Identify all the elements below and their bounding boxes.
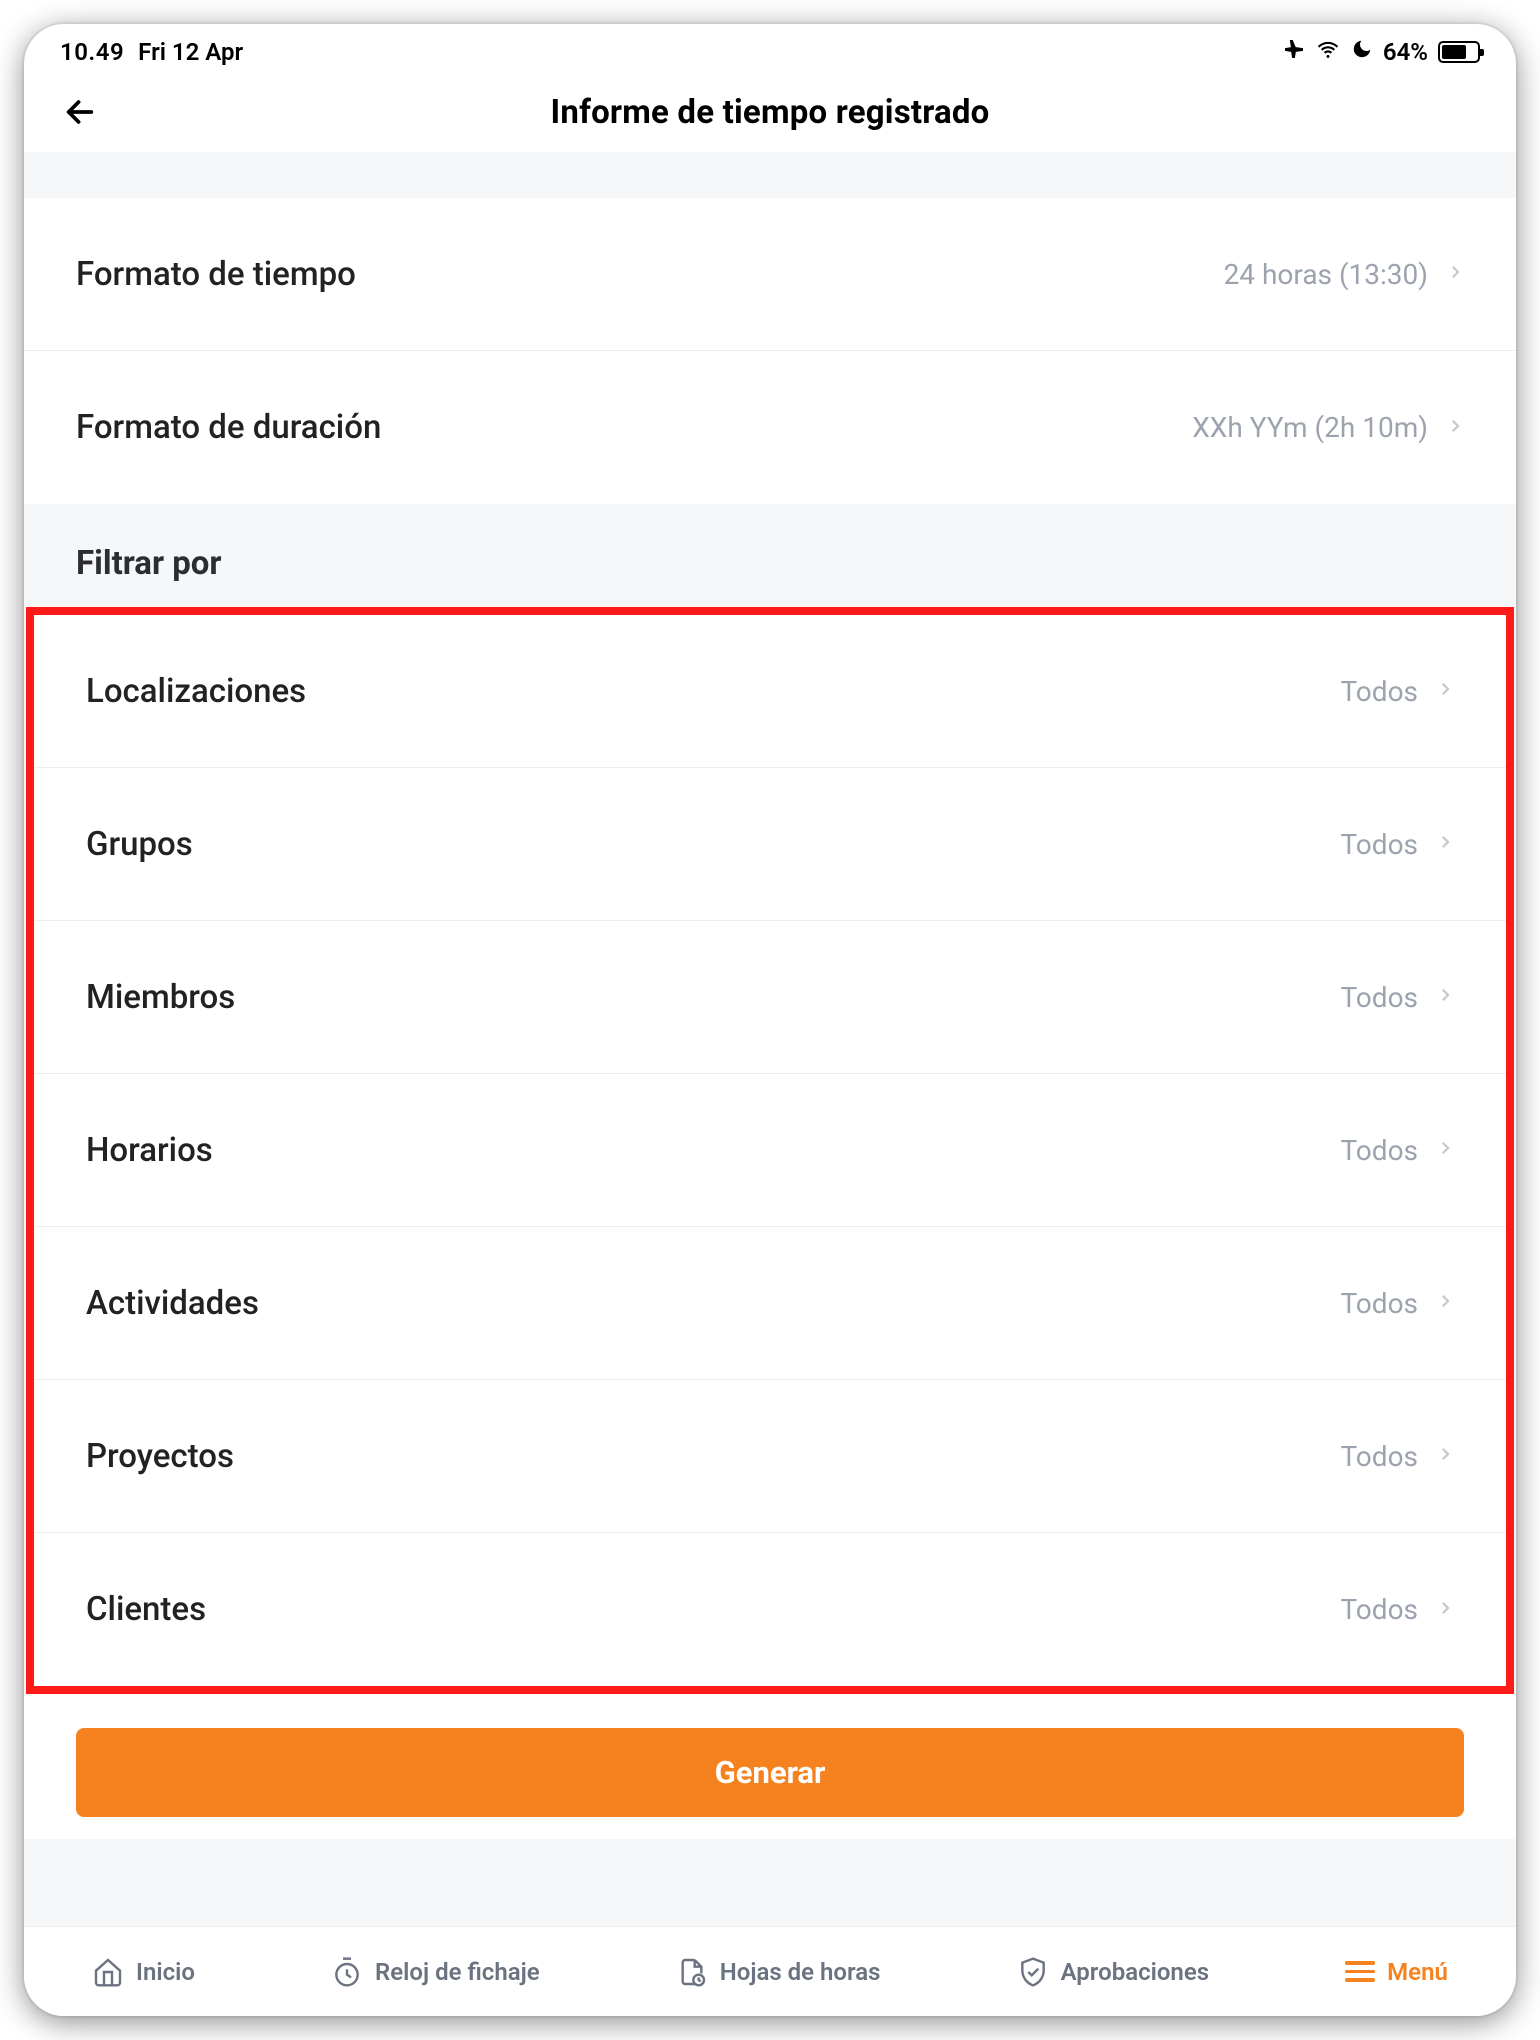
tab-label: Menú: [1387, 1958, 1448, 1986]
generate-button[interactable]: Generar: [76, 1728, 1464, 1817]
chevron-right-icon: [1436, 1287, 1454, 1319]
tab-label: Hojas de horas: [720, 1958, 881, 1986]
status-date: Fri 12 Apr: [138, 38, 243, 66]
row-filter-groups[interactable]: Grupos Todos: [34, 768, 1506, 921]
battery-icon: [1438, 41, 1480, 63]
battery-percent: 64%: [1383, 38, 1428, 66]
tab-timeclock[interactable]: Reloj de fichaje: [331, 1956, 540, 1988]
wifi-icon: [1315, 38, 1341, 66]
row-label: Formato de duración: [76, 408, 381, 447]
status-bar: 10.49 Fri 12 Apr 64%: [24, 24, 1516, 72]
row-filter-locations[interactable]: Localizaciones Todos: [34, 615, 1506, 768]
chevron-right-icon: [1436, 675, 1454, 707]
tab-timesheets[interactable]: Hojas de horas: [676, 1956, 881, 1988]
page-title: Informe de tiempo registrado: [24, 93, 1516, 132]
row-filter-activities[interactable]: Actividades Todos: [34, 1227, 1506, 1380]
row-filter-projects[interactable]: Proyectos Todos: [34, 1380, 1506, 1533]
generate-wrapper: Generar: [24, 1694, 1516, 1839]
row-value: Todos: [1340, 1440, 1418, 1473]
airplane-mode-icon: [1281, 37, 1305, 67]
tab-home[interactable]: Inicio: [92, 1956, 195, 1988]
chevron-right-icon: [1436, 828, 1454, 860]
chevron-right-icon: [1436, 1134, 1454, 1166]
row-filter-members[interactable]: Miembros Todos: [34, 921, 1506, 1074]
row-label: Proyectos: [86, 1437, 234, 1476]
row-filter-clients[interactable]: Clientes Todos: [34, 1533, 1506, 1686]
chevron-right-icon: [1446, 258, 1464, 290]
tab-label: Aprobaciones: [1061, 1958, 1210, 1986]
menu-icon: [1345, 1961, 1375, 1982]
content-scroll[interactable]: Formato de tiempo 24 horas (13:30) Forma…: [24, 152, 1516, 1926]
row-value: Todos: [1340, 1593, 1418, 1626]
app-frame: 10.49 Fri 12 Apr 64%: [24, 24, 1516, 2016]
row-label: Localizaciones: [86, 672, 306, 711]
do-not-disturb-icon: [1351, 38, 1373, 66]
row-value: Todos: [1340, 675, 1418, 708]
chevron-right-icon: [1436, 981, 1454, 1013]
row-label: Miembros: [86, 978, 235, 1017]
row-value: Todos: [1340, 981, 1418, 1014]
shield-check-icon: [1017, 1956, 1049, 1988]
row-label: Grupos: [86, 825, 193, 864]
navigation-bar: Informe de tiempo registrado: [24, 72, 1516, 152]
status-time: 10.49: [60, 38, 124, 66]
row-label: Actividades: [86, 1284, 259, 1323]
row-time-format[interactable]: Formato de tiempo 24 horas (13:30): [24, 198, 1516, 351]
tab-approvals[interactable]: Aprobaciones: [1017, 1956, 1210, 1988]
chevron-right-icon: [1436, 1440, 1454, 1472]
home-icon: [92, 1956, 124, 1988]
row-label: Horarios: [86, 1131, 213, 1170]
filter-highlight-annotation: Localizaciones Todos Grupos Todos Miembr…: [26, 607, 1514, 1694]
row-value: Todos: [1340, 1134, 1418, 1167]
tab-label: Reloj de fichaje: [375, 1958, 540, 1986]
format-section: Formato de tiempo 24 horas (13:30) Forma…: [24, 198, 1516, 504]
tab-bar: Inicio Reloj de fichaje Hojas de horas A…: [24, 1926, 1516, 2016]
row-label: Formato de tiempo: [76, 255, 356, 294]
row-value: Todos: [1340, 1287, 1418, 1320]
filter-section-header: Filtrar por: [24, 504, 1516, 607]
row-value: 24 horas (13:30): [1224, 258, 1428, 291]
tab-menu[interactable]: Menú: [1345, 1958, 1448, 1986]
row-value: XXh YYm (2h 10m): [1192, 411, 1428, 444]
row-value: Todos: [1340, 828, 1418, 861]
timesheet-icon: [676, 1956, 708, 1988]
row-duration-format[interactable]: Formato de duración XXh YYm (2h 10m): [24, 351, 1516, 504]
chevron-right-icon: [1446, 412, 1464, 444]
tab-label: Inicio: [136, 1958, 195, 1986]
row-label: Clientes: [86, 1590, 206, 1629]
chevron-right-icon: [1436, 1594, 1454, 1626]
row-filter-schedules[interactable]: Horarios Todos: [34, 1074, 1506, 1227]
stopwatch-icon: [331, 1956, 363, 1988]
